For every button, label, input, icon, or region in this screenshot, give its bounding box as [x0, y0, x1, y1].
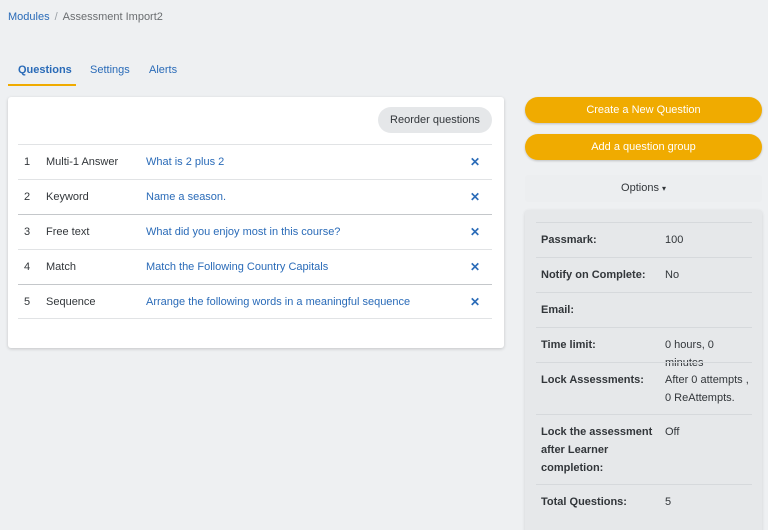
tab-alerts-label: Alerts — [149, 64, 178, 76]
tab-bar: Questions Settings Alerts — [8, 58, 498, 86]
question-title-link[interactable]: What did you enjoy most in this course? — [146, 215, 340, 249]
create-new-question-button[interactable]: Create a New Question — [525, 97, 762, 123]
question-number: 4 — [24, 261, 31, 273]
active-tab-indicator — [8, 84, 76, 86]
breadcrumb: Modules / Assessment Import2 — [8, 11, 163, 23]
table-row: 4 Match Match the Following Country Capi… — [18, 249, 492, 284]
question-type: Keyword — [46, 191, 89, 203]
delete-question-icon[interactable]: ✕ — [470, 145, 480, 179]
question-title-link[interactable]: Arrange the following words in a meaning… — [146, 285, 410, 319]
setting-value: 5 — [665, 496, 672, 508]
question-title-link[interactable]: Name a season. — [146, 180, 226, 214]
settings-row-notify: Notify on Complete: No — [536, 257, 752, 292]
tab-alerts[interactable]: Alerts — [149, 58, 177, 86]
setting-label: Lock Assessments: — [541, 374, 644, 386]
add-question-group-button[interactable]: Add a question group — [525, 134, 762, 160]
setting-value: No — [665, 269, 680, 281]
settings-row-total-questions: Total Questions: 5 — [536, 484, 752, 519]
question-title-link[interactable]: Match the Following Country Capitals — [146, 250, 328, 284]
table-row: 5 Sequence Arrange the following words i… — [18, 284, 492, 319]
question-number: 1 — [24, 156, 31, 168]
settings-row-lock-assessments: Lock Assessments: After 0 attempts , 0 R… — [536, 362, 752, 414]
options-label: Options — [621, 182, 659, 194]
settings-row-time-limit: Time limit: 0 hours, 0 minutes — [536, 327, 752, 369]
question-number: 5 — [24, 296, 31, 308]
assessment-settings-panel: Passmark: 100 Notify on Complete: No Ema… — [525, 210, 762, 530]
breadcrumb-modules-link[interactable]: Modules — [8, 11, 50, 23]
setting-label: Notify on Complete: — [541, 269, 646, 281]
question-number: 3 — [24, 226, 31, 238]
questions-table: 1 Multi-1 Answer What is 2 plus 2 ✕ 2 Ke… — [18, 144, 492, 319]
question-number: 2 — [24, 191, 31, 203]
setting-label: Email: — [541, 304, 575, 316]
setting-label: Lock the assessment after Learner comple… — [541, 426, 653, 474]
breadcrumb-current: Assessment Import2 — [62, 11, 163, 23]
caret-down-icon: ▾ — [661, 184, 666, 193]
delete-question-icon[interactable]: ✕ — [470, 180, 480, 214]
setting-value: Off — [665, 426, 680, 438]
breadcrumb-separator: / — [54, 11, 58, 23]
setting-label: Total Questions: — [541, 496, 627, 508]
question-title-link[interactable]: What is 2 plus 2 — [146, 145, 224, 179]
question-type: Match — [46, 261, 76, 273]
delete-question-icon[interactable]: ✕ — [470, 215, 480, 249]
tab-questions-label: Questions — [18, 64, 72, 76]
table-row: 3 Free text What did you enjoy most in t… — [18, 214, 492, 249]
tab-settings-label: Settings — [90, 64, 130, 76]
table-row: 2 Keyword Name a season. ✕ — [18, 179, 492, 214]
questions-card: Reorder questions 1 Multi-1 Answer What … — [8, 97, 504, 348]
reorder-questions-button[interactable]: Reorder questions — [378, 107, 492, 133]
options-dropdown[interactable]: Options ▾ — [525, 175, 762, 202]
settings-row-lock-after-completion: Lock the assessment after Learner comple… — [536, 414, 752, 484]
setting-value: 100 — [665, 234, 684, 246]
setting-label: Passmark: — [541, 234, 597, 246]
tab-settings[interactable]: Settings — [90, 58, 130, 86]
settings-row-passmark: Passmark: 100 — [536, 222, 752, 257]
delete-question-icon[interactable]: ✕ — [470, 285, 480, 319]
question-type: Sequence — [46, 296, 96, 308]
setting-value: After 0 attempts , 0 ReAttempts. — [665, 374, 749, 404]
delete-question-icon[interactable]: ✕ — [470, 250, 480, 284]
question-type: Free text — [46, 226, 90, 238]
question-type: Multi-1 Answer — [46, 156, 119, 168]
settings-row-email: Email: — [536, 292, 752, 327]
table-row: 1 Multi-1 Answer What is 2 plus 2 ✕ — [18, 144, 492, 179]
setting-label: Time limit: — [541, 339, 596, 351]
tab-questions[interactable]: Questions — [8, 58, 76, 86]
